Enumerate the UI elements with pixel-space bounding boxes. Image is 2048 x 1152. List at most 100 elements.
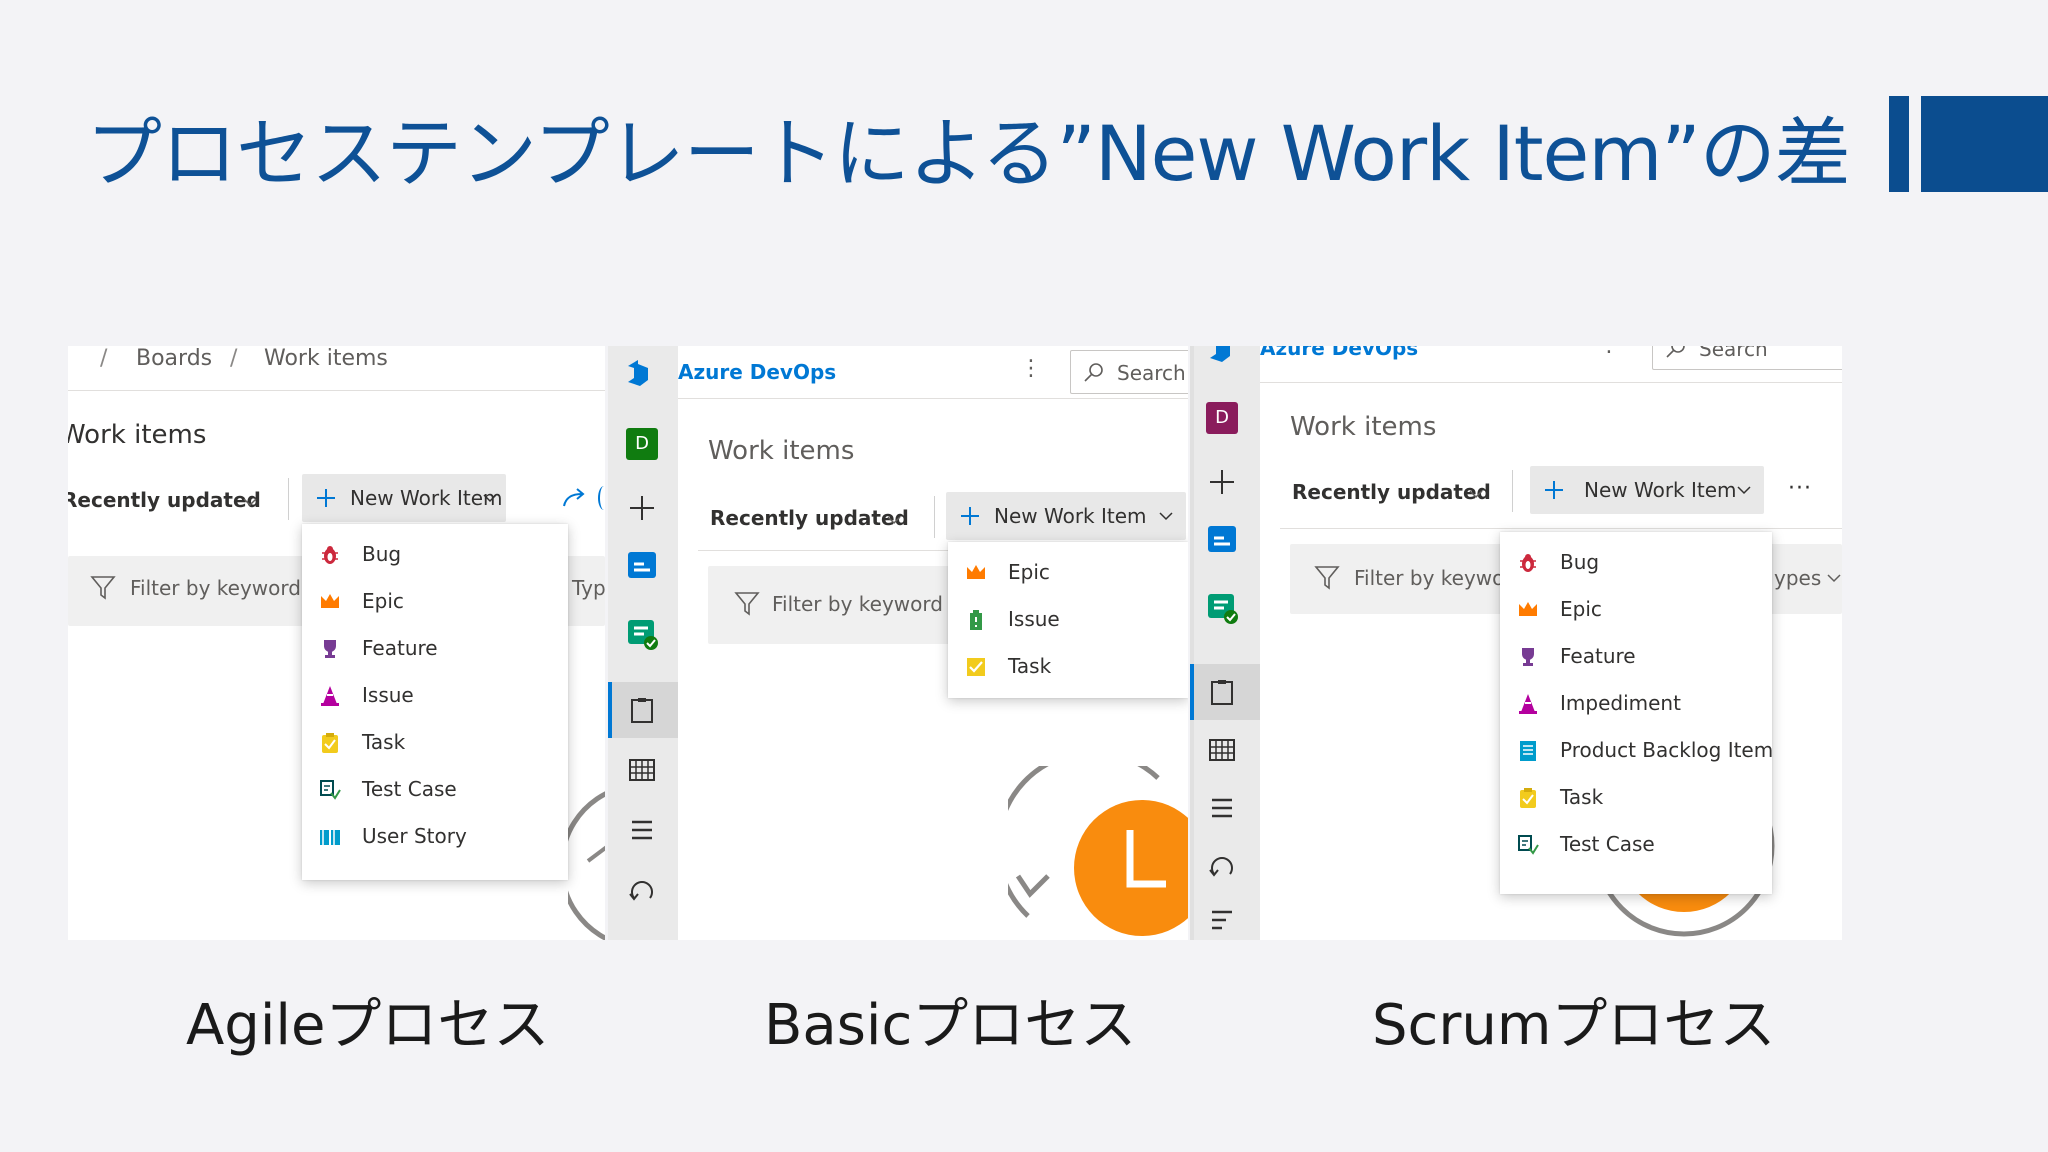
backlogs-icon[interactable] bbox=[624, 812, 660, 848]
chevron-down-icon bbox=[1159, 512, 1173, 521]
menu-item-user-story[interactable]: User Story bbox=[302, 814, 568, 861]
panel-edge bbox=[1190, 346, 1194, 940]
menu-item-label: Task bbox=[362, 730, 406, 754]
menu-item-label: Epic bbox=[1560, 597, 1602, 621]
chevron-down-icon bbox=[1469, 490, 1483, 499]
menu-item-issue[interactable]: Issue bbox=[302, 673, 568, 720]
menu-item-test-case[interactable]: Test Case bbox=[302, 767, 568, 814]
header-divider bbox=[1260, 382, 1842, 383]
book-icon bbox=[320, 830, 340, 845]
cone-icon bbox=[321, 686, 339, 706]
new-work-item-menu: Bug Epic Feature Issue Task Test Case Us… bbox=[302, 524, 568, 880]
menu-item-task[interactable]: Task bbox=[1500, 775, 1772, 822]
menu-item-task[interactable]: Task bbox=[302, 720, 568, 767]
menu-item-label: Product Backlog Item bbox=[1560, 738, 1774, 762]
issue-clipboard-icon bbox=[970, 610, 982, 630]
search-placeholder: Search bbox=[1699, 346, 1768, 361]
azure-devops-logo bbox=[1210, 346, 1230, 362]
bug-icon bbox=[1520, 554, 1536, 572]
menu-item-label: Bug bbox=[362, 542, 402, 566]
brand-name[interactable]: Azure DevOps bbox=[1260, 346, 1418, 360]
toolbar-divider bbox=[288, 478, 289, 520]
bug-icon bbox=[322, 546, 338, 564]
menu-item-product-backlog-item[interactable]: Product Backlog Item bbox=[1500, 728, 1774, 775]
menu-item-label: Test Case bbox=[362, 777, 457, 801]
boards-icon[interactable] bbox=[1204, 590, 1240, 626]
filter-icon bbox=[1314, 566, 1340, 590]
search-placeholder: Search bbox=[1117, 361, 1186, 385]
boards-icon[interactable] bbox=[624, 616, 660, 652]
filter-icon bbox=[734, 592, 760, 616]
more-options-icon[interactable]: ⋮ bbox=[1020, 356, 1042, 381]
more-options-icon[interactable]: ⋮ bbox=[1598, 346, 1620, 357]
new-work-item-button[interactable]: New Work Item bbox=[302, 474, 506, 522]
project-avatar[interactable]: D bbox=[626, 428, 658, 460]
filter-input[interactable]: Filter by keywor bbox=[1354, 566, 1513, 590]
page-title: Work items bbox=[708, 436, 855, 466]
recently-updated-dropdown[interactable]: Recently updated bbox=[68, 488, 261, 512]
filter-input[interactable]: Filter by keyword bbox=[130, 576, 301, 600]
crown-icon bbox=[967, 565, 985, 579]
breadcrumb-work-items[interactable]: Work items bbox=[264, 346, 388, 371]
overview-icon[interactable] bbox=[624, 546, 660, 582]
types-filter-fragment[interactable]: Typ bbox=[572, 576, 605, 600]
menu-item-feature[interactable]: Feature bbox=[302, 626, 568, 673]
breadcrumb-boards[interactable]: Boards bbox=[136, 346, 212, 371]
backlogs-icon[interactable] bbox=[1204, 790, 1240, 826]
add-icon[interactable] bbox=[624, 490, 660, 526]
search-box[interactable]: Search bbox=[1652, 346, 1842, 370]
filter-icon bbox=[90, 576, 116, 600]
caption-agile: Agileプロセス bbox=[186, 993, 550, 1058]
menu-item-issue[interactable]: Issue bbox=[948, 597, 1188, 644]
menu-item-epic[interactable]: Epic bbox=[948, 550, 1188, 597]
search-icon bbox=[1084, 363, 1103, 382]
menu-item-task[interactable]: Task bbox=[948, 644, 1188, 691]
menu-item-label: Feature bbox=[362, 636, 438, 660]
menu-item-test-case[interactable]: Test Case bbox=[1500, 822, 1772, 869]
menu-item-feature[interactable]: Feature bbox=[1500, 634, 1772, 681]
menu-item-bug[interactable]: Bug bbox=[302, 532, 568, 579]
menu-item-bug[interactable]: Bug bbox=[1500, 540, 1772, 587]
project-avatar[interactable]: D bbox=[1206, 402, 1238, 434]
menu-item-label: User Story bbox=[362, 824, 467, 848]
menu-item-epic[interactable]: Epic bbox=[1500, 587, 1772, 634]
chevron-down-icon bbox=[483, 494, 497, 503]
header-divider bbox=[678, 398, 1188, 399]
basic-screenshot: Azure DevOps ⋮ Search D Work items Recen… bbox=[608, 346, 1188, 940]
brand-name[interactable]: Azure DevOps bbox=[678, 360, 836, 384]
filter-input[interactable]: Filter by keyword bbox=[772, 592, 943, 616]
menu-item-label: Issue bbox=[1008, 607, 1060, 631]
new-work-item-button[interactable]: New Work Item bbox=[946, 492, 1186, 540]
new-work-item-button[interactable]: New Work Item bbox=[1530, 466, 1764, 514]
board-grid-icon[interactable] bbox=[1204, 732, 1240, 768]
overview-icon[interactable] bbox=[1204, 520, 1240, 556]
header-divider bbox=[68, 390, 605, 391]
recently-updated-dropdown[interactable]: Recently updated bbox=[710, 506, 909, 530]
share-arrow-icon[interactable] bbox=[562, 488, 588, 510]
search-icon bbox=[1666, 346, 1685, 358]
recently-updated-dropdown[interactable]: Recently updated bbox=[1292, 480, 1491, 504]
sprints-icon[interactable] bbox=[624, 872, 660, 908]
queries-icon[interactable] bbox=[1204, 902, 1240, 938]
more-actions-button[interactable]: ··· bbox=[1788, 476, 1812, 501]
plus-icon bbox=[961, 507, 979, 525]
board-grid-icon[interactable] bbox=[624, 752, 660, 788]
menu-item-label: Epic bbox=[1008, 560, 1050, 584]
menu-item-label: Task bbox=[1560, 785, 1604, 809]
add-icon[interactable] bbox=[1204, 464, 1240, 500]
chevron-down-icon bbox=[1737, 486, 1751, 495]
trophy-icon bbox=[324, 640, 336, 658]
selection-indicator bbox=[1190, 664, 1194, 720]
task-check-icon bbox=[967, 658, 985, 676]
work-items-icon bbox=[1211, 680, 1233, 705]
types-filter-fragment[interactable]: ypes bbox=[1774, 566, 1821, 590]
menu-item-impediment[interactable]: Impediment bbox=[1500, 681, 1772, 728]
caption-basic: Basicプロセス bbox=[764, 993, 1137, 1058]
menu-item-epic[interactable]: Epic bbox=[302, 579, 568, 626]
sprints-icon[interactable] bbox=[1204, 848, 1240, 884]
page-title: Work items bbox=[1290, 412, 1437, 442]
menu-item-label: Impediment bbox=[1560, 691, 1681, 715]
search-box[interactable]: Search bbox=[1070, 350, 1188, 394]
menu-item-label: Issue bbox=[362, 683, 414, 707]
cone-icon bbox=[1519, 694, 1537, 714]
